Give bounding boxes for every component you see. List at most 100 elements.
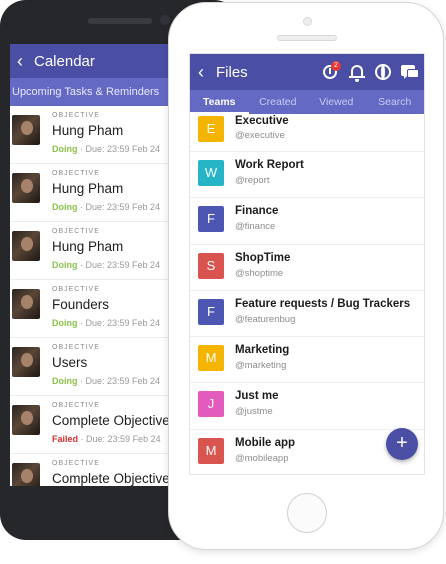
calendar-subheader: Upcoming Tasks & Reminders [10,78,190,106]
avatar [12,347,40,377]
team-handle: @shoptime [235,267,284,279]
status-badge: Doing [52,144,78,154]
team-name: Executive [235,115,289,127]
due-date: · Due: 23:59 Feb 24 [80,434,161,444]
status-badge: Doing [52,318,78,328]
list-item[interactable]: OBJECTIVE Complete Objective 5 Failed · … [10,396,190,454]
calendar-title: Calendar [34,52,95,70]
team-avatar: E [198,116,224,142]
phone-camera [303,17,312,26]
item-name: Hung Pham [52,123,124,138]
team-avatar: W [198,160,224,186]
list-item[interactable]: OBJECTIVE Users Doing · Due: 23:59 Feb 2… [10,338,190,396]
item-name: Complete Objective 5 [52,413,182,428]
status-badge: Doing [52,376,78,386]
team-name: Mobile app [235,436,296,449]
avatar [12,231,40,261]
item-name: Founders [52,297,110,312]
item-meta: Doing · Due: 23:59 Feb 24 [52,144,160,154]
list-item[interactable]: S ShopTime @shoptime [190,245,424,291]
team-avatar: F [198,206,224,233]
tab-teams[interactable]: Teams [190,90,249,114]
item-name: Hung Pham [52,181,124,196]
clock-icon[interactable]: 2 [320,61,342,83]
due-date: · Due: 23:59 Feb 24 [80,202,161,212]
avatar [12,289,40,319]
list-item[interactable]: M Marketing @marketing [190,337,424,384]
globe-icon[interactable] [372,61,394,83]
phone-speaker [277,35,337,41]
task-list: OBJECTIVE Hung Pham Doing · Due: 23:59 F… [10,106,190,486]
due-date: · Due: 23:59 Feb 24 [80,144,161,154]
due-date: · Due: 23:59 Feb 24 [80,260,161,270]
item-meta: Doing · Due: 23:59 Feb 24 [52,318,160,328]
tab-search[interactable]: Search [366,90,425,114]
tab-bar: Teams Created Viewed Search [190,90,424,114]
item-kind: OBJECTIVE [52,286,100,293]
chat-icon[interactable] [398,61,420,83]
list-item[interactable]: OBJECTIVE Hung Pham Doing · Due: 23:59 F… [10,164,190,222]
phone-camera [160,15,170,25]
team-handle: @report [235,175,270,186]
team-avatar: J [198,391,224,418]
files-screen: ‹ Files 2 Teams Created Viewed Search E … [189,53,425,475]
list-item[interactable]: OBJECTIVE Complete Objective 3 [10,454,190,486]
item-name: Complete Objective 3 [52,471,182,486]
team-name: Work Report [235,159,304,171]
list-item[interactable]: OBJECTIVE Founders Doing · Due: 23:59 Fe… [10,280,190,338]
bell-icon[interactable] [346,61,368,83]
list-item[interactable]: W Work Report @report [190,152,424,199]
team-avatar: M [198,437,224,464]
notification-badge: 2 [331,61,341,71]
tab-viewed[interactable]: Viewed [307,90,366,114]
item-kind: OBJECTIVE [52,170,100,177]
item-kind: OBJECTIVE [52,112,100,119]
list-item[interactable]: F Feature requests / Bug Trackers @featu… [190,291,424,338]
avatar [12,173,40,203]
item-meta: Doing · Due: 23:59 Feb 24 [52,376,160,386]
iphone: ‹ Files 2 Teams Created Viewed Search E … [168,2,444,550]
team-name: ShopTime [235,251,291,264]
phone-speaker [88,18,152,24]
list-item[interactable]: E Executive @executive [190,114,424,152]
add-button[interactable]: + [386,428,418,460]
team-name: Finance [235,205,279,218]
list-item[interactable]: F Finance @finance [190,198,424,245]
team-handle: @justme [235,406,273,418]
avatar [12,115,40,145]
item-meta: Doing · Due: 23:59 Feb 24 [52,202,160,212]
calendar-screen: ‹ Calendar Upcoming Tasks & Reminders OB… [10,44,190,486]
files-title: Files [216,63,248,81]
team-avatar: S [198,252,224,279]
item-kind: OBJECTIVE [52,402,100,409]
list-item[interactable]: OBJECTIVE Hung Pham Doing · Due: 23:59 F… [10,222,190,280]
calendar-header: ‹ Calendar [10,44,190,78]
item-kind: OBJECTIVE [52,344,100,351]
team-handle: @mobileapp [235,452,289,464]
team-name: Just me [235,390,279,403]
team-avatar: F [198,298,224,325]
item-meta: Failed · Due: 23:59 Feb 24 [52,434,161,444]
team-avatar: M [198,345,224,372]
team-handle: @marketing [235,360,287,372]
status-badge: Doing [52,202,78,212]
avatar [12,405,40,435]
chevron-left-icon[interactable]: ‹ [10,44,28,78]
avatar [12,463,40,486]
home-button[interactable] [287,493,327,533]
tab-created[interactable]: Created [249,90,308,114]
list-item[interactable]: OBJECTIVE Hung Pham Doing · Due: 23:59 F… [10,106,190,164]
chevron-left-icon[interactable]: ‹ [190,62,212,83]
due-date: · Due: 23:59 Feb 24 [80,376,161,386]
item-name: Users [52,355,88,370]
team-name: Feature requests / Bug Trackers [235,297,411,310]
team-handle: @featurenbug [235,313,296,325]
item-kind: OBJECTIVE [52,460,100,467]
item-kind: OBJECTIVE [52,228,100,235]
due-date: · Due: 23:59 Feb 24 [80,318,161,328]
files-header: ‹ Files 2 [190,54,424,90]
team-list: E Executive @executive W Work Report @re… [190,114,424,474]
team-handle: @executive [235,130,285,141]
status-badge: Doing [52,260,78,270]
list-item[interactable]: J Just me @justme [190,383,424,430]
